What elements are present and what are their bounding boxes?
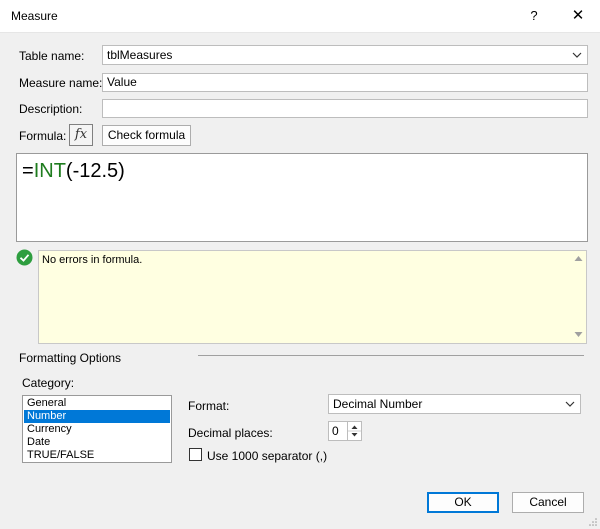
insert-function-button[interactable]: fx	[69, 124, 93, 146]
table-name-value: tblMeasures	[107, 48, 173, 62]
category-item-number[interactable]: Number	[24, 410, 170, 423]
formatting-options-heading: Formatting Options	[19, 351, 122, 365]
scroll-up-arrow-icon	[574, 256, 583, 261]
decimal-places-stepper[interactable]: 0	[328, 421, 362, 441]
section-divider	[198, 355, 584, 356]
measure-name-label: Measure name:	[19, 76, 103, 90]
message-text: No errors in formula.	[42, 254, 143, 266]
formula-editor[interactable]: =INT(-12.5)	[16, 153, 588, 242]
close-button[interactable]: ✕	[566, 4, 590, 28]
message-box: No errors in formula.	[38, 250, 587, 344]
chevron-down-icon	[565, 401, 575, 407]
format-label: Format:	[188, 399, 230, 413]
category-listbox[interactable]: General Number Currency Date TRUE/FALSE	[22, 395, 172, 463]
category-item-general[interactable]: General	[24, 397, 170, 410]
success-check-icon	[16, 249, 33, 266]
format-value: Decimal Number	[333, 397, 423, 411]
chevron-down-icon	[572, 52, 582, 58]
table-name-label: Table name:	[19, 49, 85, 63]
description-label: Description:	[19, 102, 83, 116]
check-formula-button[interactable]: Check formula	[102, 125, 191, 146]
category-label: Category:	[22, 376, 75, 390]
separator-checkbox[interactable]	[189, 448, 202, 461]
decimal-places-value: 0	[332, 424, 339, 438]
formula-prefix: =	[22, 160, 34, 182]
decimal-places-label: Decimal places:	[188, 426, 273, 440]
formula-args: (-12.5)	[65, 160, 125, 182]
help-button[interactable]: ?	[522, 4, 546, 28]
category-item-date[interactable]: Date	[24, 436, 170, 449]
ok-button[interactable]: OK	[427, 492, 499, 513]
fx-icon: fx	[74, 127, 88, 142]
spin-arrows-icon[interactable]	[347, 422, 361, 440]
formula-label: Formula:	[19, 129, 67, 143]
separator-label: Use 1000 separator (,)	[207, 449, 328, 463]
category-item-currency[interactable]: Currency	[24, 423, 170, 436]
format-select[interactable]: Decimal Number	[328, 394, 581, 414]
measure-name-input[interactable]: Value	[102, 73, 588, 92]
table-name-select[interactable]: tblMeasures	[102, 45, 588, 65]
resize-grip-icon[interactable]	[588, 517, 598, 527]
formula-function: INT	[33, 160, 66, 182]
cancel-button[interactable]: Cancel	[512, 492, 584, 513]
title-bar	[0, 0, 600, 33]
scroll-down-arrow-icon	[574, 332, 583, 337]
description-input[interactable]	[102, 99, 588, 118]
window-title: Measure	[11, 9, 58, 23]
formula-text: =INT(-12.5)	[22, 160, 125, 183]
message-scrollbar[interactable]	[571, 251, 586, 343]
category-item-boolean[interactable]: TRUE/FALSE	[24, 449, 170, 462]
